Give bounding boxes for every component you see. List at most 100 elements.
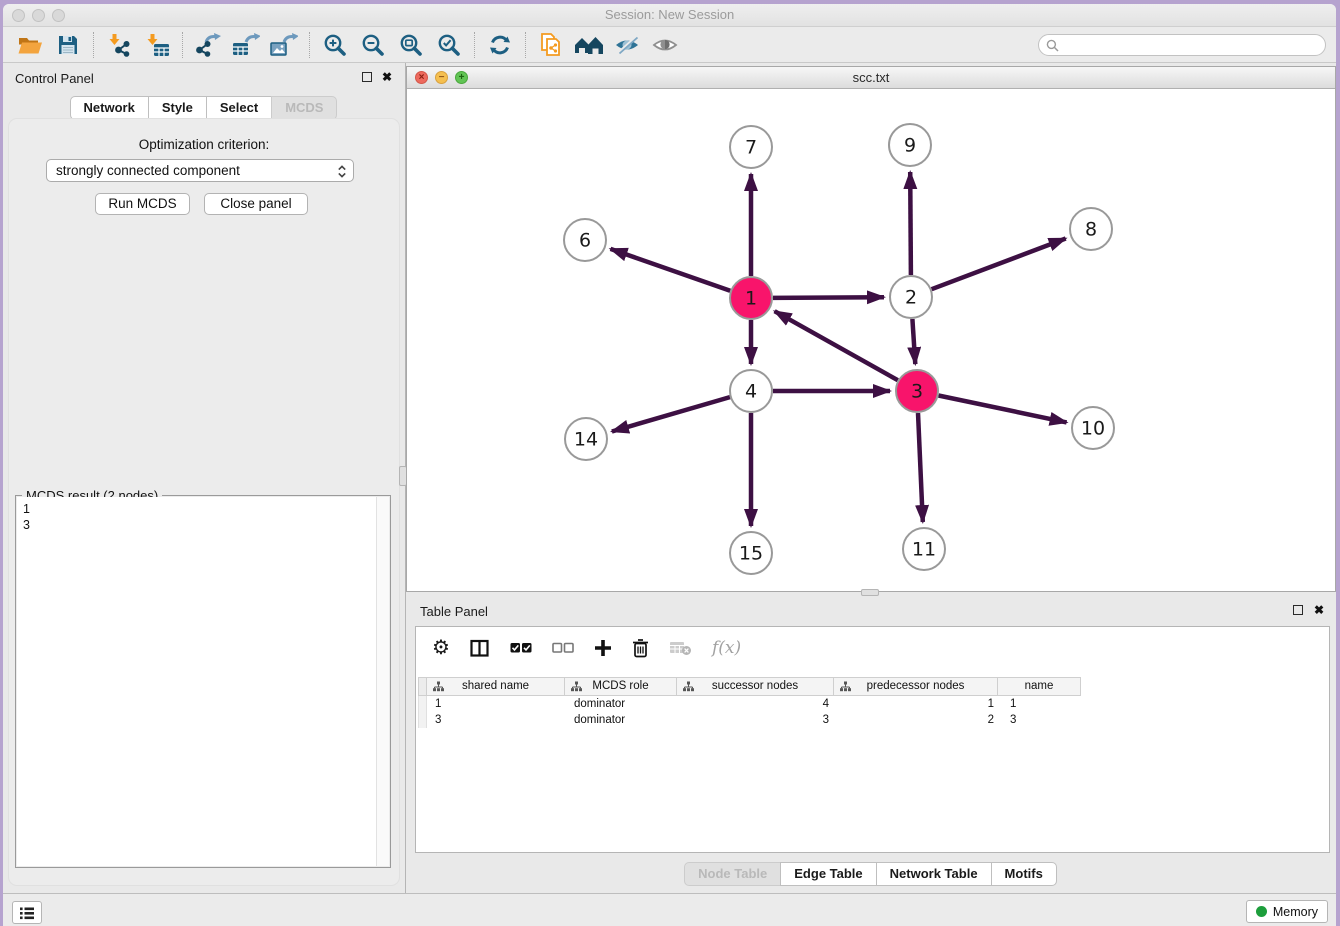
column-header-name[interactable]: name	[997, 677, 1081, 696]
graph-node-2[interactable]: 2	[890, 276, 932, 318]
zoom-selected-icon	[437, 33, 461, 57]
tab-network[interactable]: Network	[70, 96, 149, 120]
memory-button[interactable]: Memory	[1246, 900, 1328, 923]
table-panel-title: Table Panel	[420, 604, 488, 619]
graph-node-3[interactable]: 3	[896, 370, 938, 412]
graph-node-4[interactable]: 4	[730, 370, 772, 412]
toolbar-separator	[525, 32, 526, 58]
zoom-in-icon	[323, 33, 347, 57]
table-row[interactable]: 1dominator411	[418, 696, 1327, 712]
tab-motifs[interactable]: Motifs	[991, 862, 1057, 886]
import-table-button[interactable]	[138, 30, 176, 60]
mcds-result-area[interactable]: 1 3	[17, 497, 389, 866]
run-mcds-button[interactable]: Run MCDS	[95, 193, 190, 215]
session-title: Session: New Session	[3, 4, 1336, 26]
network-close-button[interactable]: ×	[415, 71, 428, 84]
graph-node-14[interactable]: 14	[565, 418, 607, 460]
float-panel-icon[interactable]	[362, 72, 372, 82]
network-zoom-button[interactable]: +	[455, 71, 468, 84]
graph-node-9[interactable]: 9	[889, 124, 931, 166]
toolbar-separator	[474, 32, 475, 58]
select-all-checkboxes-icon[interactable]	[510, 642, 532, 654]
cell-successor-nodes[interactable]: 3	[679, 712, 837, 728]
graph-node-8[interactable]: 8	[1070, 208, 1112, 250]
delete-columns-trash-icon[interactable]	[632, 638, 649, 658]
graph-node-10[interactable]: 10	[1072, 407, 1114, 449]
graph-node-15[interactable]: 15	[730, 532, 772, 574]
graph-edge-1-2[interactable]	[773, 297, 884, 298]
cell-shared-name[interactable]: 1	[427, 696, 566, 712]
tab-network-table[interactable]: Network Table	[876, 862, 992, 886]
add-column-icon[interactable]	[594, 639, 612, 657]
mcds-result-text: 1 3	[23, 501, 30, 533]
tab-edge-table[interactable]: Edge Table	[780, 862, 876, 886]
close-panel-icon[interactable]: ✖	[382, 70, 392, 84]
tab-style[interactable]: Style	[148, 96, 207, 120]
deselect-all-checkboxes-icon[interactable]	[552, 642, 574, 654]
optimization-criterion-select[interactable]: strongly connected component	[46, 159, 354, 182]
svg-text:4: 4	[745, 381, 757, 403]
table-body: 1dominator4113dominator323	[418, 696, 1327, 728]
graph-edge-3-10[interactable]	[939, 396, 1067, 423]
zoom-out-button[interactable]	[354, 30, 392, 60]
graph-edge-2-8[interactable]	[932, 239, 1066, 290]
horizontal-splitter-handle[interactable]	[861, 589, 879, 596]
export-table-button[interactable]	[227, 30, 265, 60]
zoom-fit-button[interactable]	[392, 30, 430, 60]
graph-node-6[interactable]: 6	[564, 219, 606, 261]
cell-shared-name[interactable]: 3	[427, 712, 566, 728]
close-window-button[interactable]	[12, 9, 25, 22]
graph-node-7[interactable]: 7	[730, 126, 772, 168]
close-panel-button[interactable]: Close panel	[204, 193, 308, 215]
eye-slash-icon	[614, 34, 640, 56]
minimize-window-button[interactable]	[32, 9, 45, 22]
graph-node-1[interactable]: 1	[730, 277, 772, 319]
network-window-titlebar[interactable]: × − + scc.txt	[407, 67, 1335, 89]
zoom-in-button[interactable]	[316, 30, 354, 60]
cell-name[interactable]: 3	[1002, 712, 1086, 728]
zoom-selected-button[interactable]	[430, 30, 468, 60]
share-document-button[interactable]	[532, 30, 570, 60]
show-graphics-button[interactable]	[646, 30, 684, 60]
export-image-button[interactable]	[265, 30, 303, 60]
graph-edge-3-11[interactable]	[918, 413, 923, 522]
graph-node-11[interactable]: 11	[903, 528, 945, 570]
result-scrollbar[interactable]	[376, 497, 389, 866]
hide-graphics-button[interactable]	[608, 30, 646, 60]
float-table-panel-icon[interactable]	[1293, 605, 1303, 615]
svg-text:6: 6	[579, 230, 591, 252]
network-minimize-button[interactable]: −	[435, 71, 448, 84]
graph-edge-2-3[interactable]	[912, 319, 915, 364]
cell-predecessor-nodes[interactable]: 2	[837, 712, 1002, 728]
graph-edge-2-9[interactable]	[910, 172, 911, 275]
graph-edge-3-1[interactable]	[775, 311, 898, 380]
open-session-button[interactable]	[11, 30, 49, 60]
graph-edge-4-14[interactable]	[612, 397, 730, 431]
column-header-shared-name[interactable]: shared name	[426, 677, 565, 696]
import-network-button[interactable]	[100, 30, 138, 60]
column-header-predecessor-nodes[interactable]: predecessor nodes	[833, 677, 998, 696]
graph-edge-1-6[interactable]	[611, 249, 731, 291]
cell-MCDS-role[interactable]: dominator	[566, 712, 679, 728]
export-network-button[interactable]	[189, 30, 227, 60]
cell-MCDS-role[interactable]: dominator	[566, 696, 679, 712]
tab-mcds[interactable]: MCDS	[271, 96, 337, 120]
tab-node-table[interactable]: Node Table	[684, 862, 781, 886]
cell-name[interactable]: 1	[1002, 696, 1086, 712]
home-button[interactable]	[570, 30, 608, 60]
column-header-successor-nodes[interactable]: successor nodes	[676, 677, 834, 696]
tab-select[interactable]: Select	[206, 96, 272, 120]
save-session-button[interactable]	[49, 30, 87, 60]
cell-successor-nodes[interactable]: 4	[679, 696, 837, 712]
search-input[interactable]	[1064, 38, 1325, 52]
cell-predecessor-nodes[interactable]: 1	[837, 696, 1002, 712]
table-row[interactable]: 3dominator323	[418, 712, 1327, 728]
task-history-button[interactable]	[12, 901, 42, 924]
maximize-window-button[interactable]	[52, 9, 65, 22]
refresh-button[interactable]	[481, 30, 519, 60]
column-header-MCDS-role[interactable]: MCDS role	[564, 677, 677, 696]
network-canvas[interactable]: 7 9 6 8 1 2 4 3 14 10 15 11	[407, 89, 1335, 591]
table-options-gear-icon[interactable]: ⚙	[432, 638, 450, 658]
close-table-panel-icon[interactable]: ✖	[1314, 603, 1324, 617]
show-column-icon[interactable]	[470, 639, 490, 658]
